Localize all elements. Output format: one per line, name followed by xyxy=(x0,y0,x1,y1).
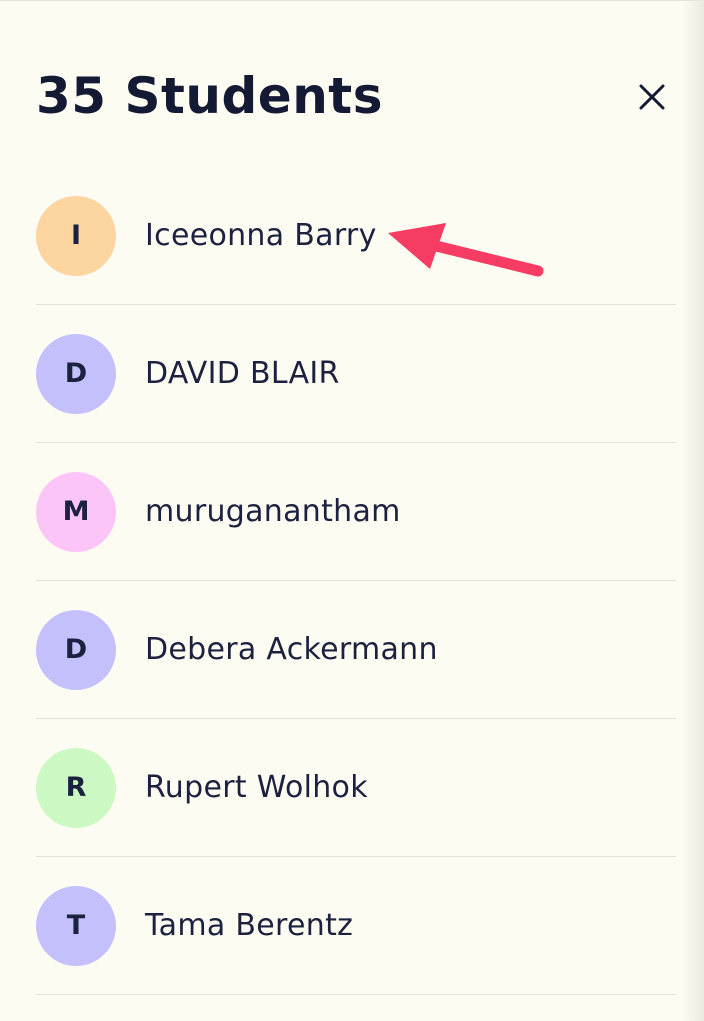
arrow-icon xyxy=(388,223,544,277)
avatar: D xyxy=(36,333,116,414)
student-row[interactable]: T Tama Berentz xyxy=(36,857,676,995)
avatar: D xyxy=(36,609,116,690)
student-name: muruganantham xyxy=(145,494,401,529)
student-name: Iceeonna Barry xyxy=(145,218,377,253)
close-button[interactable] xyxy=(634,79,670,115)
avatar: I xyxy=(36,195,116,276)
student-name: Tama Berentz xyxy=(145,908,354,943)
student-name: DAVID BLAIR xyxy=(145,356,340,391)
student-name: Debera Ackermann xyxy=(145,632,438,667)
avatar: T xyxy=(36,885,116,966)
student-row[interactable]: D DAVID BLAIR xyxy=(36,305,676,443)
student-row[interactable]: M muruganantham xyxy=(36,443,676,581)
student-name: Rupert Wolhok xyxy=(145,770,368,805)
students-panel: 35 Students I Iceeonna Barry D DAVID BLA… xyxy=(0,0,704,1021)
student-row[interactable]: D Debera Ackermann xyxy=(36,581,676,719)
student-row[interactable]: I Iceeonna Barry xyxy=(36,167,676,305)
panel-edge-shadow xyxy=(682,1,704,1021)
avatar: M xyxy=(36,471,116,552)
student-row[interactable]: R Rupert Wolhok xyxy=(36,719,676,857)
page-title: 35 Students xyxy=(36,67,383,125)
student-list: I Iceeonna Barry D DAVID BLAIR M murugan… xyxy=(36,167,676,995)
close-icon xyxy=(639,84,665,110)
avatar: R xyxy=(36,747,116,828)
